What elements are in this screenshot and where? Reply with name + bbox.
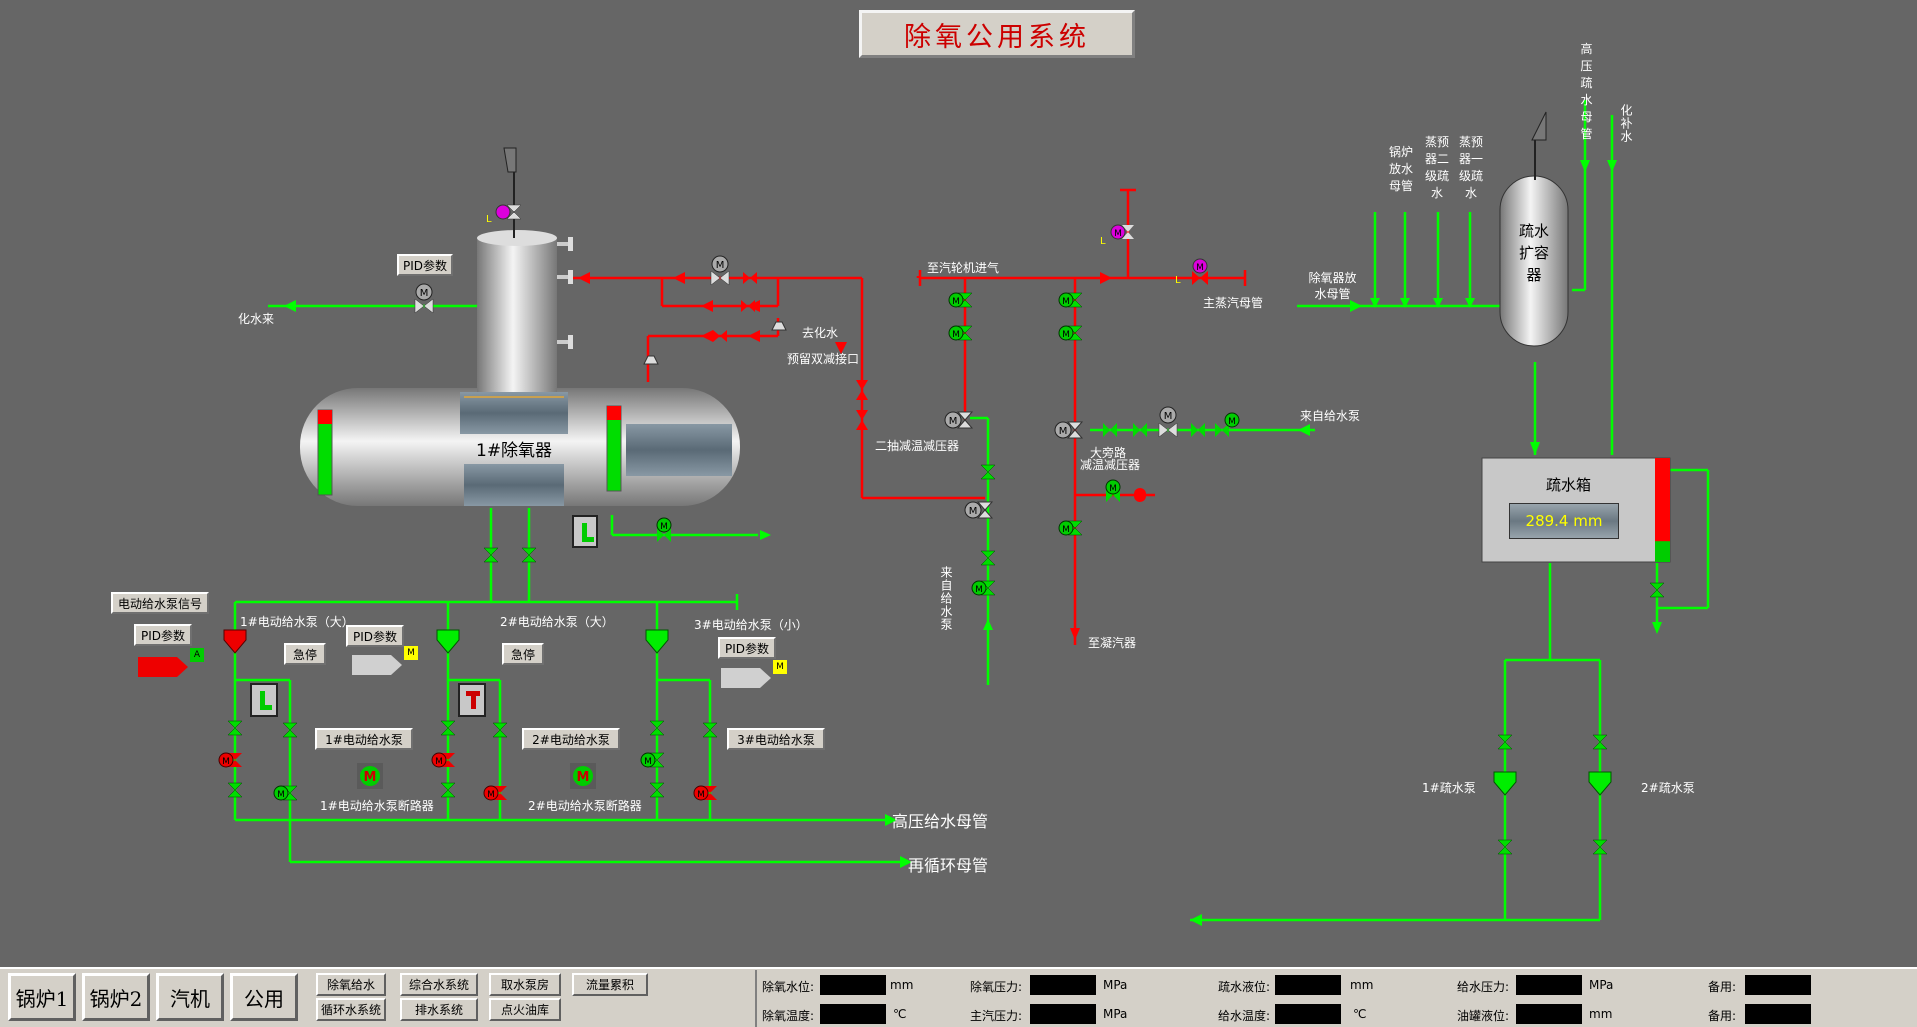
pump3-pid-button[interactable]: PID参数 <box>718 637 776 659</box>
svg-text:M: M <box>660 522 668 532</box>
data-value <box>1030 975 1096 995</box>
large-bypass-reducer-label: 减温减压器 <box>1080 458 1141 472</box>
drain-tank-level-readout: 289.4 mm <box>1509 503 1619 539</box>
reserved-port-label: 预留双减接口 <box>787 352 860 366</box>
data-label: 除氧水位: <box>762 980 815 994</box>
nav-intake-pump-button[interactable]: 取水泵房 <box>489 973 561 996</box>
data-unit: mm <box>1350 978 1374 992</box>
data-label: 备用: <box>1708 1009 1737 1023</box>
deaerator-name: 1#除氧器 <box>476 441 553 461</box>
pump2-control-icon[interactable] <box>458 683 486 717</box>
svg-text:M: M <box>364 770 377 785</box>
nav-turbine-button[interactable]: 汽机 <box>156 973 224 1021</box>
nav-water-system-button[interactable]: 综合水系统 <box>400 973 478 996</box>
nav-deaerator-feed-button[interactable]: 除氧给水 <box>316 973 386 996</box>
nav-boiler1-button[interactable]: 锅炉1 <box>8 973 76 1021</box>
pump1-button[interactable]: 1#电动给水泵 <box>315 728 413 750</box>
pump2-button[interactable]: 2#电动给水泵 <box>522 728 620 750</box>
hp-feed-header-label: 高压给水母管 <box>892 812 989 831</box>
svg-text:M: M <box>1109 484 1117 494</box>
pump2-pid-button[interactable]: PID参数 <box>346 625 404 647</box>
data-value <box>1030 1004 1096 1024</box>
nav-boiler2-button[interactable]: 锅炉2 <box>82 973 150 1021</box>
data-value <box>1516 1004 1582 1024</box>
nav-drainage-button[interactable]: 排水系统 <box>400 998 478 1021</box>
data-label: 给水温度: <box>1218 1009 1271 1023</box>
pump-signal-button[interactable]: 电动给水泵信号 <box>111 592 209 614</box>
pump1-auto-icon: A <box>190 648 204 662</box>
data-value <box>1275 1004 1341 1024</box>
drain-tank-name: 疏水箱 <box>1546 476 1592 494</box>
boiler-blowdown-label: 锅炉放水母管 <box>1388 145 1413 193</box>
data-unit: MPa <box>1103 1007 1128 1021</box>
to-condenser-label: 至凝汽器 <box>1088 636 1137 650</box>
to-turbine-steam-label: 至汽轮机进气 <box>927 261 1000 275</box>
svg-text:M: M <box>1228 417 1236 427</box>
drain-pump1-label: 1#疏水泵 <box>1422 781 1476 795</box>
svg-text:M: M <box>420 288 429 299</box>
hp-drain-header-label: 高压疏水母管 <box>1580 42 1594 141</box>
valve-mode-letter: L <box>486 214 492 225</box>
svg-text:M: M <box>577 770 590 785</box>
pump2-title: 2#电动给水泵（大） <box>500 615 614 629</box>
data-unit: ℃ <box>1353 1007 1367 1021</box>
data-unit: MPa <box>1589 978 1614 992</box>
data-label: 主汽压力: <box>970 1009 1023 1023</box>
from-feed-pump-vertical-label: 来自给水泵 <box>939 566 953 631</box>
data-label: 疏水液位: <box>1218 980 1271 994</box>
data-label: 除氧压力: <box>970 980 1023 994</box>
preheat1-label: 蒸预器一级疏水 <box>1458 135 1483 200</box>
svg-text:M: M <box>1164 411 1173 422</box>
pump3-button[interactable]: 3#电动给水泵 <box>727 728 825 750</box>
pump2-manual-icon: M <box>404 646 418 660</box>
data-value <box>820 975 886 995</box>
pump2-estop-button[interactable]: 急停 <box>502 643 544 665</box>
data-unit: ℃ <box>893 1007 907 1021</box>
data-label: 备用: <box>1708 980 1737 994</box>
second-extraction-label: 二抽减温减压器 <box>875 439 960 453</box>
pump3-title: 3#电动给水泵（小） <box>694 618 808 632</box>
breaker2-label: 2#电动给水泵断路器 <box>528 799 642 813</box>
deaerator-control-icon[interactable] <box>572 515 598 548</box>
main-steam-header-label: 主蒸汽母管 <box>1203 296 1264 310</box>
data-value <box>820 1004 886 1024</box>
nav-circulating-water-button[interactable]: 循环水系统 <box>316 998 386 1021</box>
breaker1-label: 1#电动给水泵断路器 <box>320 799 434 813</box>
recirc-header-label: 再循环母管 <box>908 856 989 875</box>
chem-makeup-label: 化补水 <box>1619 104 1633 143</box>
valve-mode-letter: L <box>1100 236 1106 247</box>
pump3-manual-icon: M <box>773 660 787 674</box>
svg-text:M: M <box>716 260 725 271</box>
from-feed-pump-label: 来自给水泵 <box>1300 409 1361 423</box>
expander-name: 疏水扩容器 <box>1518 222 1549 284</box>
deaerator-vessel <box>300 230 740 506</box>
pump1-pid-button[interactable]: PID参数 <box>134 624 192 646</box>
nav-ignition-oil-button[interactable]: 点火油库 <box>489 998 561 1021</box>
data-value <box>1516 975 1582 995</box>
data-label: 油罐液位: <box>1457 1009 1510 1023</box>
drain-pump2-label: 2#疏水泵 <box>1641 781 1695 795</box>
data-label: 给水压力: <box>1457 980 1510 994</box>
pid-params-button[interactable]: PID参数 <box>397 254 453 276</box>
data-unit: MPa <box>1103 978 1128 992</box>
pump1-estop-button[interactable]: 急停 <box>284 643 326 665</box>
pump1-title: 1#电动给水泵（大） <box>240 615 354 629</box>
chem-water-in-label: 化水来 <box>238 312 275 326</box>
pump1-control-icon[interactable] <box>250 683 278 717</box>
svg-text:M: M <box>1114 229 1122 239</box>
data-value <box>1745 1004 1811 1024</box>
data-value <box>1275 975 1341 995</box>
data-value <box>1745 975 1811 995</box>
valve-mode-letter: L <box>1175 275 1181 286</box>
data-label: 除氧温度: <box>762 1009 815 1023</box>
preheat2-label: 蒸预器二级疏水 <box>1424 135 1449 200</box>
to-chem-water-label: 去化水 <box>802 326 839 340</box>
svg-text:M: M <box>1196 263 1204 273</box>
nav-common-button[interactable]: 公用 <box>230 973 298 1021</box>
nav-flow-total-button[interactable]: 流量累积 <box>572 973 648 996</box>
data-unit: mm <box>890 978 914 992</box>
data-unit: mm <box>1589 1007 1613 1021</box>
deaerator-drain-label: 除氧器放水母管 <box>1308 271 1357 301</box>
